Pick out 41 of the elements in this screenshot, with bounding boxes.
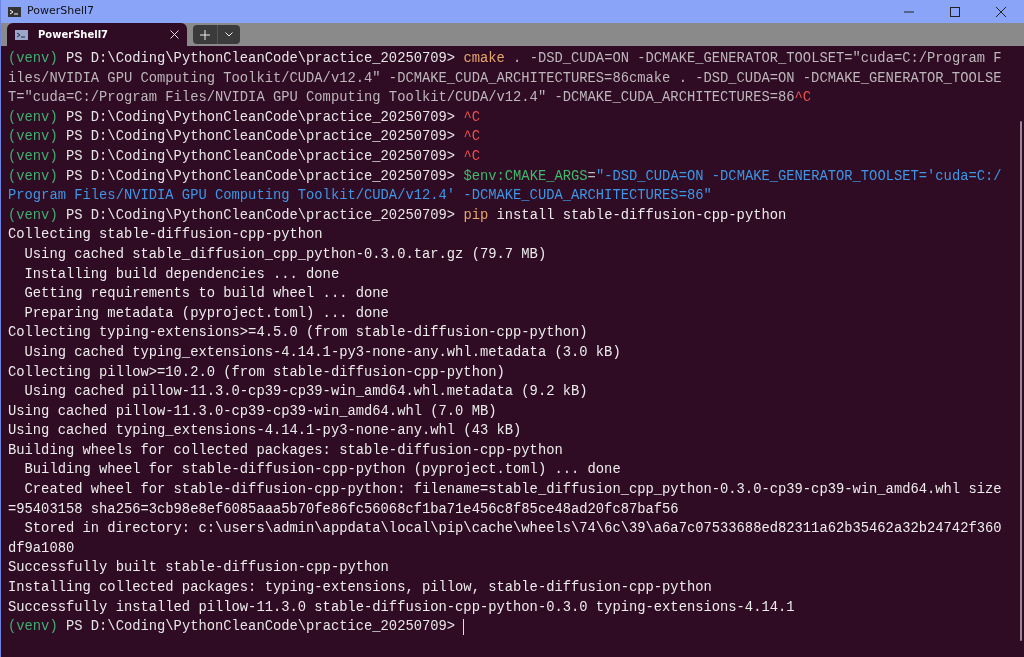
terminal-line: (venv) PS D:\Coding\PythonCleanCode\practice_20250709> — [8, 618, 457, 637]
terminal-line: =95403158 sha256=3cb98e8ef6085aaa5b70fe86fc56068cf1ba71e456c8f85ce48ad20fc87baf56 — [8, 500, 679, 519]
terminal-icon — [8, 6, 21, 17]
terminal-line: iles/NVIDIA GPU Computing Toolkit/CUDA/v12.4" -DCMAKE_CUDA_ARCHITECTURES=86cmake . -DSD_CUDA=ON -DCMAKE_GENERATOR_TOOLSE — [8, 69, 1002, 88]
close-icon — [996, 6, 1006, 17]
terminal-line: (venv) PS D:\Coding\PythonCleanCode\practice_20250709> $env:CMAKE_ARGS="-DSD_CUDA=ON -DCMAKE_GENERATOR_TOOLSET='cuda=C:/ — [8, 167, 1002, 186]
terminal-line: (venv) PS D:\Coding\PythonCleanCode\practice_20250709> ^C — [8, 128, 480, 147]
terminal-line: (venv) PS D:\Coding\PythonCleanCode\practice_20250709> ^C — [8, 108, 480, 127]
terminal-line: Using cached typing_extensions-4.14.1-py3-none-any.whl.metadata (3.0 kB) — [23, 343, 621, 362]
terminal-line: Installing build dependencies ... done — [23, 265, 340, 284]
terminal-line: Using cached typing_extensions-4.14.1-py3-none-any.whl (43 kB) — [8, 422, 522, 441]
terminal-line: Successfully installed pillow-11.3.0 stable-diffusion-cpp-python-0.3.0 typing-extensions-4.14.1 — [8, 598, 795, 617]
terminal-tab[interactable]: PowerShell7 — [7, 23, 187, 46]
terminal-line: T="cuda=C:/Program Files/NVIDIA GPU Computing Toolkit/CUDA/v12.4" -DCMAKE_CUDA_ARCHITECTURES=86^C — [8, 89, 812, 108]
terminal-line: Successfully built stable-diffusion-cpp-python — [8, 559, 389, 578]
terminal-line: Building wheels for collected packages: stable-diffusion-cpp-python — [8, 441, 563, 460]
window-title: PowerShell7 — [27, 3, 95, 20]
terminal-line: Created wheel for stable-diffusion-cpp-python: filename=stable_diffusion_cpp_python-0.3.0-cp39-cp39-win_amd64.whl size — [23, 481, 1002, 500]
plus-icon — [200, 29, 210, 40]
terminal-line: Stored in directory: c:\users\admin\appdata\local\pip\cache\wheels\74\6c\39\a6a7c07533688ed82311a62b35462a32b24742f360 — [23, 520, 1002, 539]
terminal-line: Using cached pillow-11.3.0-cp39-cp39-win_amd64.whl (7.0 MB) — [8, 402, 497, 421]
terminal-line: Program Files/NVIDIA GPU Computing Toolkit/CUDA/v12.4' -DCMAKE_CUDA_ARCHITECTURES=86" — [8, 187, 712, 206]
scrollbar-thumb[interactable] — [1020, 121, 1022, 641]
close-icon[interactable] — [170, 30, 179, 39]
terminal-line: Collecting pillow>=10.2.0 (from stable-diffusion-cpp-python) — [8, 363, 505, 382]
terminal-line: Collecting typing-extensions>=4.5.0 (from stable-diffusion-cpp-python) — [8, 324, 588, 343]
terminal-line: Preparing metadata (pyproject.toml) ... done — [23, 304, 389, 323]
terminal-line: (venv) PS D:\Coding\PythonCleanCode\practice_20250709> cmake . -DSD_CUDA=ON -DCMAKE_GENERATOR_TOOLSET="cuda=C:/Program F — [8, 50, 1002, 68]
minimize-icon — [904, 10, 914, 13]
caret-icon — [225, 32, 233, 37]
terminal-line: Installing collected packages: typing-extensions, pillow, stable-diffusion-cpp-python — [8, 579, 712, 598]
terminal-line: df9a1080 — [8, 539, 75, 558]
maximize-icon — [950, 6, 960, 17]
terminal-line: Using cached stable_diffusion_cpp_python-0.3.0.tar.gz (79.7 MB) — [23, 245, 547, 264]
terminal-line: Using cached pillow-11.3.0-cp39-cp39-win_amd64.whl.metadata (9.2 kB) — [23, 383, 588, 402]
terminal-line: (venv) PS D:\Coding\PythonCleanCode\practice_20250709> ^C — [8, 147, 480, 166]
terminal-line: (venv) PS D:\Coding\PythonCleanCode\practice_20250709> pip install stable-diffusion-cpp-python — [8, 206, 787, 225]
terminal-line: Collecting stable-diffusion-cpp-python — [8, 226, 323, 245]
terminal-icon — [15, 29, 28, 40]
terminal-line: Getting requirements to build wheel ... done — [23, 285, 389, 304]
terminal-line: Building wheel for stable-diffusion-cpp-python (pyproject.toml) ... done — [23, 461, 621, 480]
